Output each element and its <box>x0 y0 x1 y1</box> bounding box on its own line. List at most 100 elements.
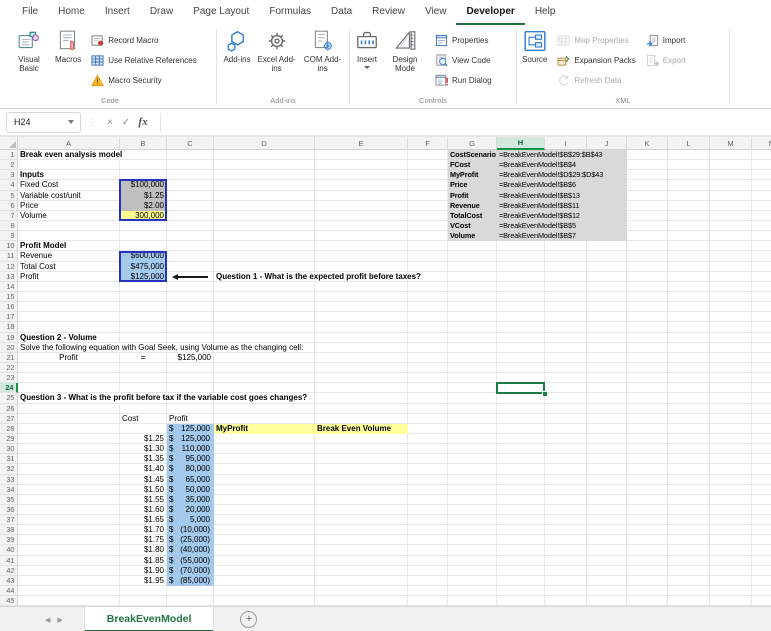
cell-C29[interactable]: $125,000 <box>167 433 214 445</box>
cell-N13[interactable] <box>752 272 771 282</box>
cell-L6[interactable] <box>668 200 710 211</box>
cell-I13[interactable] <box>545 271 587 282</box>
cell-J42[interactable] <box>587 565 627 576</box>
cell-C1[interactable] <box>167 150 214 161</box>
row-header-3[interactable]: 3 <box>0 170 18 181</box>
cell-G5[interactable]: Profit <box>448 190 497 201</box>
cell-M4[interactable] <box>710 180 752 191</box>
cell-H7[interactable]: =BreakEvenModel!$B$12 <box>497 210 580 221</box>
cell-M27[interactable] <box>710 413 752 424</box>
cell-E15[interactable] <box>315 291 408 303</box>
cell-H43[interactable] <box>497 575 545 587</box>
cell-L21[interactable] <box>668 352 710 363</box>
cell-A40[interactable] <box>18 545 120 556</box>
cell-F31[interactable] <box>408 454 448 465</box>
cell-L27[interactable] <box>668 413 710 424</box>
cell-M38[interactable] <box>710 525 752 536</box>
cell-I26[interactable] <box>545 403 587 414</box>
cell-L14[interactable] <box>668 281 710 292</box>
cell-G24[interactable] <box>448 383 497 394</box>
cell-B5[interactable]: $1.25 <box>120 190 167 201</box>
tab-help[interactable]: Help <box>525 0 566 25</box>
cell-B13[interactable]: $125,000 <box>120 271 167 282</box>
cell-K10[interactable] <box>627 241 668 252</box>
cell-L30[interactable] <box>668 444 710 455</box>
cell-M39[interactable] <box>710 535 752 546</box>
cell-N25[interactable] <box>752 393 771 404</box>
cell-G8[interactable]: VCost <box>448 220 497 232</box>
col-header-J[interactable]: J <box>587 137 627 150</box>
cell-N1[interactable] <box>752 150 771 161</box>
cell-J7[interactable] <box>587 210 627 221</box>
cell-M11[interactable] <box>710 251 752 262</box>
cell-L1[interactable] <box>668 150 710 161</box>
cell-L4[interactable] <box>668 180 710 191</box>
cell-E19[interactable] <box>315 332 408 343</box>
cell-E43[interactable] <box>315 575 408 587</box>
cell-M40[interactable] <box>710 545 752 556</box>
cell-F7[interactable] <box>408 210 448 221</box>
cell-A14[interactable] <box>18 281 120 292</box>
cell-F14[interactable] <box>408 281 448 292</box>
cell-N5[interactable] <box>752 191 771 201</box>
cell-M33[interactable] <box>710 474 752 485</box>
cell-D44[interactable] <box>214 586 315 597</box>
cell-J29[interactable] <box>587 433 627 445</box>
cell-C17[interactable] <box>167 312 214 323</box>
cell-I20[interactable] <box>545 342 587 353</box>
cell-K2[interactable] <box>627 160 668 171</box>
cell-F4[interactable] <box>408 180 448 191</box>
cell-L3[interactable] <box>668 170 710 181</box>
cell-C42[interactable]: $ (70,000) <box>167 565 214 576</box>
cell-A42[interactable] <box>18 565 120 576</box>
record-macro-button[interactable]: Record Macro <box>88 30 199 50</box>
cell-I32[interactable] <box>545 464 587 475</box>
row-header-23[interactable]: 23 <box>0 373 18 384</box>
cell-G29[interactable] <box>448 433 497 445</box>
cell-C18[interactable] <box>167 322 214 333</box>
cell-N30[interactable] <box>752 444 771 455</box>
row-header-2[interactable]: 2 <box>0 160 18 171</box>
cell-G9[interactable]: Volume <box>448 231 497 242</box>
cell-A41[interactable] <box>18 555 120 566</box>
col-header-E[interactable]: E <box>315 137 408 150</box>
row-header-29[interactable]: 29 <box>0 433 18 445</box>
cell-M6[interactable] <box>710 200 752 211</box>
cell-N19[interactable] <box>752 333 771 343</box>
cell-M26[interactable] <box>710 403 752 414</box>
cell-J34[interactable] <box>587 484 627 495</box>
cell-K11[interactable] <box>627 251 668 262</box>
cell-M16[interactable] <box>710 302 752 313</box>
cell-H15[interactable] <box>497 291 545 303</box>
cell-J25[interactable] <box>587 393 627 404</box>
cell-J43[interactable] <box>587 575 627 587</box>
cell-G30[interactable] <box>448 444 497 455</box>
cell-N8[interactable] <box>752 221 771 232</box>
cell-D6[interactable] <box>214 200 315 211</box>
row-header-41[interactable]: 41 <box>0 555 18 566</box>
cell-C41[interactable]: $ (55,000) <box>167 555 214 566</box>
cell-J12[interactable] <box>587 261 627 272</box>
cell-M32[interactable] <box>710 464 752 475</box>
row-header-6[interactable]: 6 <box>0 200 18 211</box>
cell-N28[interactable] <box>752 424 771 434</box>
cell-F1[interactable] <box>408 150 448 161</box>
cell-L40[interactable] <box>668 545 710 556</box>
cell-H6[interactable]: =BreakEvenModel!$B$11 <box>497 200 579 211</box>
cell-E31[interactable] <box>315 454 408 465</box>
cell-N17[interactable] <box>752 312 771 323</box>
row-header-19[interactable]: 19 <box>0 332 18 343</box>
cell-E33[interactable] <box>315 474 408 485</box>
cell-F26[interactable] <box>408 403 448 414</box>
cell-H29[interactable] <box>497 433 545 445</box>
cell-N37[interactable] <box>752 515 771 526</box>
cell-K36[interactable] <box>627 504 668 516</box>
view-code-button[interactable]: View Code <box>432 50 495 70</box>
cell-D28[interactable]: MyProfit <box>214 423 315 434</box>
cell-N16[interactable] <box>752 302 771 313</box>
cell-N14[interactable] <box>752 282 771 292</box>
cell-G6[interactable]: Revenue <box>448 200 497 211</box>
cell-H10[interactable] <box>497 241 545 252</box>
col-header-C[interactable]: C <box>167 137 214 150</box>
cell-G13[interactable] <box>448 271 497 282</box>
